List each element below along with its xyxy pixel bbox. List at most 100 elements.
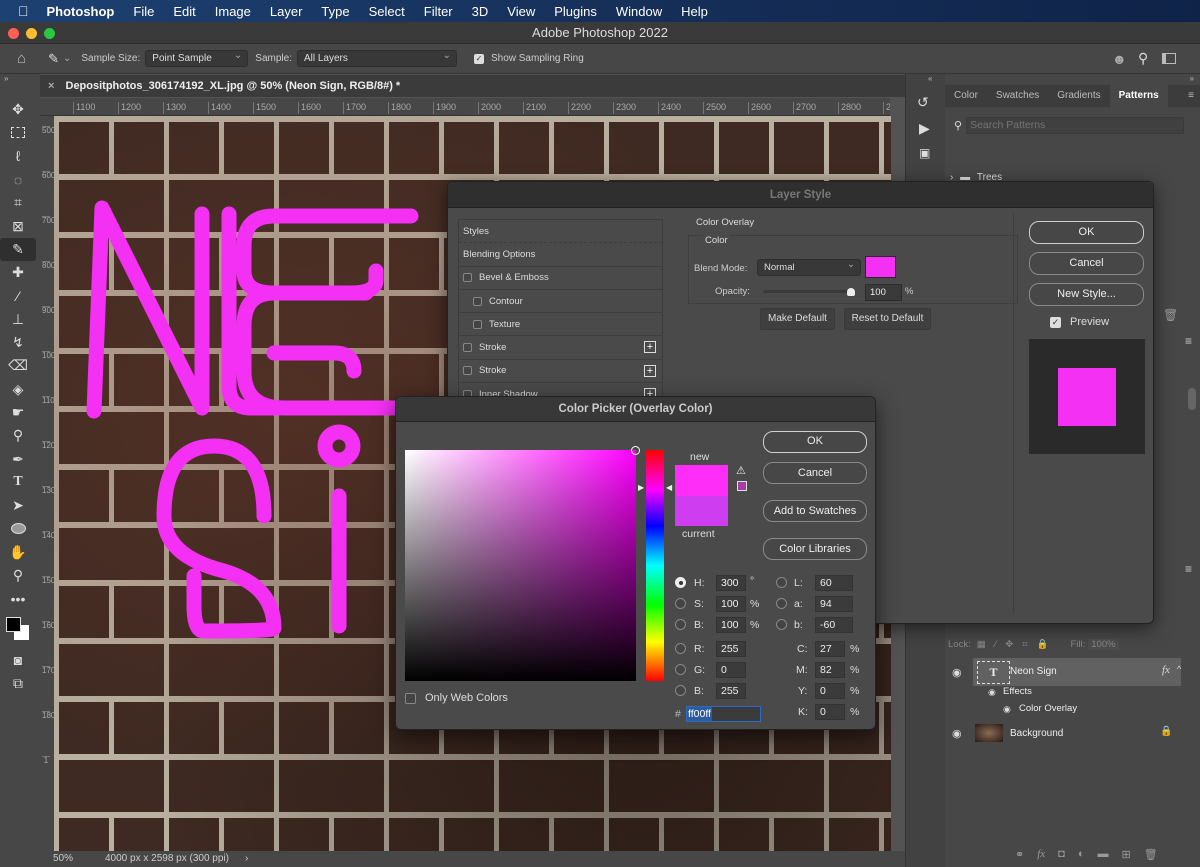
workspace-icon[interactable] <box>1162 53 1176 64</box>
only-web-colors-checkbox[interactable] <box>405 693 416 704</box>
preview-checkbox[interactable]: ✓ <box>1050 317 1061 328</box>
close-document-icon[interactable]: × <box>48 80 54 92</box>
menu-image[interactable]: Image <box>215 4 251 19</box>
add-mask-icon[interactable]: ◘ <box>1058 848 1065 861</box>
magenta-input[interactable]: 82 <box>815 662 845 678</box>
zoom-window-button[interactable] <box>44 28 55 39</box>
marquee-tool-icon[interactable] <box>0 121 36 144</box>
menu-3d[interactable]: 3D <box>472 4 489 19</box>
chevron-down-icon[interactable]: ⌄ <box>63 53 71 64</box>
tab-patterns[interactable]: Patterns <box>1109 85 1168 107</box>
link-layers-icon[interactable]: ⚭ <box>1015 848 1024 861</box>
zoom-tool-icon[interactable]: ⚲ <box>0 564 36 587</box>
out-of-gamut-warning-icon[interactable]: ⚠ <box>736 464 746 477</box>
sample-size-select[interactable]: Point Sample <box>145 48 249 67</box>
black-input[interactable]: 0 <box>815 704 845 720</box>
lightness-radio[interactable] <box>776 577 787 588</box>
collapse-panels-icon[interactable]: « <box>928 74 932 83</box>
green-input[interactable]: 0 <box>716 662 746 678</box>
minimize-window-button[interactable] <box>26 28 37 39</box>
yellow-input[interactable]: 0 <box>815 683 845 699</box>
color-field-marker[interactable] <box>631 446 640 455</box>
delete-layer-icon[interactable]: 🗑 <box>1144 848 1158 861</box>
color-libraries-button[interactable]: Color Libraries <box>763 538 867 560</box>
eraser-tool-icon[interactable]: ⌫ <box>0 354 36 377</box>
close-window-button[interactable] <box>8 28 19 39</box>
hue-slider-right-arrow-icon[interactable]: ◀ <box>666 483 672 492</box>
paint-bucket-tool-icon[interactable]: ◈ <box>0 378 36 401</box>
collapse-effects-icon[interactable]: ^ <box>1177 664 1181 674</box>
new-layer-icon[interactable]: ⊞ <box>1121 848 1130 861</box>
fill-input[interactable]: 100% <box>1088 638 1119 650</box>
menu-type[interactable]: Type <box>321 4 349 19</box>
blue-input[interactable]: 255 <box>716 683 746 699</box>
search-patterns-input[interactable] <box>966 116 1185 134</box>
style-item[interactable]: Bevel & Emboss <box>459 267 662 290</box>
hue-radio[interactable] <box>675 577 686 588</box>
frame-tool-icon[interactable]: ⊠ <box>0 214 36 237</box>
zoom-level[interactable]: 50% <box>53 851 73 867</box>
lock-artboard-icon[interactable]: ⌗ <box>1022 639 1027 650</box>
style-item[interactable]: Texture <box>459 313 662 337</box>
menu-view[interactable]: View <box>507 4 535 19</box>
quick-mask-icon[interactable]: ◙ <box>0 649 36 672</box>
style-item[interactable]: Styles <box>459 220 662 244</box>
dodge-tool-icon[interactable]: ⚲ <box>0 424 36 447</box>
menu-help[interactable]: Help <box>681 4 708 19</box>
clone-stamp-tool-icon[interactable]: ⊥ <box>0 308 36 331</box>
tab-gradients[interactable]: Gradients <box>1048 85 1109 107</box>
add-style-instance-icon[interactable]: + <box>644 364 656 377</box>
apple-menu-icon[interactable]:  <box>18 3 29 19</box>
document-tab[interactable]: × Depositphotos_306174192_XL.jpg @ 50% (… <box>40 75 905 97</box>
eyedropper-tool-icon[interactable]: ✎ <box>0 237 36 262</box>
hue-slider-left-arrow-icon[interactable]: ▶ <box>638 483 644 492</box>
move-tool-icon[interactable]: ✥ <box>0 98 36 121</box>
saturation-brightness-field[interactable] <box>405 446 640 681</box>
healing-brush-tool-icon[interactable]: ✚ <box>0 261 36 284</box>
green-radio[interactable] <box>675 664 686 675</box>
layer-name[interactable]: Neon Sign <box>1010 666 1057 677</box>
menu-plugins[interactable]: Plugins <box>554 4 597 19</box>
tab-swatches[interactable]: Swatches <box>987 85 1048 107</box>
quick-selection-tool-icon[interactable]: ◌ <box>0 168 36 191</box>
lock-transparent-icon[interactable]: ▦ <box>977 639 986 650</box>
layer-background[interactable] <box>973 722 1181 746</box>
blue-radio[interactable] <box>675 685 686 696</box>
eyedropper-tool-preset-icon[interactable]: ✎ <box>48 51 59 67</box>
make-default-button[interactable]: Make Default <box>760 308 835 330</box>
add-style-instance-icon[interactable]: + <box>644 341 656 354</box>
menu-layer[interactable]: Layer <box>270 4 303 19</box>
saturation-input[interactable]: 100 <box>716 596 746 612</box>
style-checkbox[interactable] <box>473 296 482 306</box>
expand-toolbar-icon[interactable]: » <box>4 74 8 83</box>
saturation-radio[interactable] <box>675 598 686 609</box>
crop-tool-icon[interactable]: ⌗ <box>0 191 36 214</box>
history-panel-icon[interactable]: ↺ <box>917 94 929 111</box>
sample-select[interactable]: All Layers <box>296 48 457 67</box>
ok-button[interactable]: OK <box>763 431 867 453</box>
style-checkbox[interactable] <box>463 366 472 376</box>
add-to-swatches-button[interactable]: Add to Swatches <box>763 500 867 522</box>
reset-to-default-button[interactable]: Reset to Default <box>844 308 931 330</box>
smudge-tool-icon[interactable]: ☛ <box>0 401 36 424</box>
current-color-swatch[interactable] <box>675 496 728 526</box>
hue-slider[interactable] <box>646 450 664 681</box>
style-item[interactable]: Blending Options <box>459 243 662 267</box>
brightness-radio[interactable] <box>675 619 686 630</box>
panel-scrollbar[interactable] <box>1188 388 1196 410</box>
cancel-button[interactable]: Cancel <box>763 462 867 484</box>
style-item[interactable]: Stroke + <box>459 336 662 360</box>
a-channel-radio[interactable] <box>776 598 787 609</box>
red-input[interactable]: 255 <box>716 641 746 657</box>
effects-label[interactable]: Effects <box>1003 686 1032 697</box>
red-radio[interactable] <box>675 643 686 654</box>
layer-name[interactable]: Background <box>1010 728 1063 739</box>
gamut-correction-swatch[interactable] <box>737 481 747 491</box>
opacity-slider-track[interactable] <box>763 290 851 293</box>
path-selection-tool-icon[interactable]: ➤ <box>0 494 36 517</box>
layers-panel-menu-icon[interactable]: ≡ <box>1185 562 1192 576</box>
color-overlay-visibility-eye-icon[interactable]: ◉ <box>1003 704 1011 715</box>
layer-visibility-eye-icon[interactable]: ◉ <box>952 727 962 740</box>
style-item[interactable]: Contour <box>459 290 662 314</box>
layer-visibility-eye-icon[interactable]: ◉ <box>952 666 962 679</box>
